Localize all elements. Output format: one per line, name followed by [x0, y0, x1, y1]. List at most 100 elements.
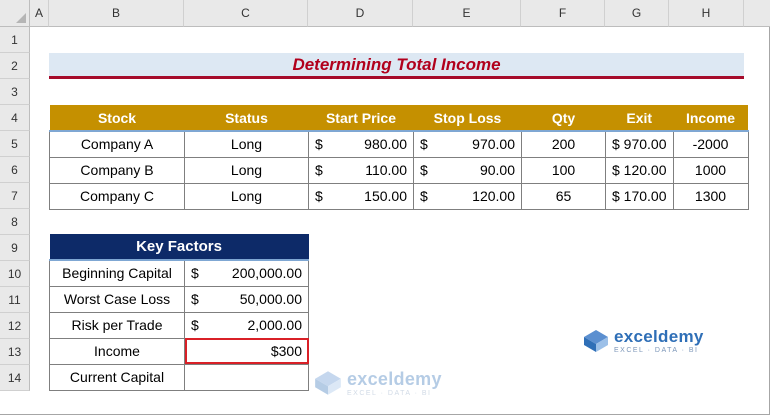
table-header-row: Stock Status Start Price Stop Loss Qty E… — [49, 105, 748, 132]
key-value: 2,000.00 — [247, 317, 303, 333]
exceldemy-logo: exceldemy EXCEL · DATA · BI — [582, 328, 704, 354]
cell-start-price[interactable]: $110.00 — [308, 156, 414, 184]
table-row: Beginning Capital $200,000.00 — [49, 259, 309, 287]
header-stock[interactable]: Stock — [49, 105, 185, 132]
cell-stock[interactable]: Company B — [49, 156, 185, 184]
start-price-value: 110.00 — [365, 162, 407, 178]
column-header-a[interactable]: A — [30, 0, 49, 27]
key-label[interactable]: Worst Case Loss — [49, 285, 185, 313]
table-row: Company C Long $150.00 $120.00 65 $ 170.… — [49, 182, 749, 210]
exceldemy-logo-icon — [584, 330, 608, 352]
row-header-6[interactable]: 6 — [0, 157, 30, 183]
row-header-13[interactable]: 13 — [0, 339, 30, 365]
header-exit[interactable]: Exit — [605, 105, 673, 132]
watermark-tagline: EXCEL · DATA · BI — [347, 389, 432, 397]
key-label[interactable]: Income — [49, 337, 185, 365]
column-header-b[interactable]: B — [49, 0, 184, 27]
table-row: Risk per Trade $2,000.00 — [49, 311, 309, 339]
cell-stop-loss[interactable]: $970.00 — [413, 130, 522, 158]
currency-symbol: $ — [420, 136, 428, 153]
row-header-5[interactable]: 5 — [0, 131, 30, 157]
cell-status[interactable]: Long — [184, 182, 309, 210]
cell-qty[interactable]: 100 — [521, 156, 606, 184]
key-value-cell[interactable]: $200,000.00 — [184, 259, 309, 287]
title-underline — [49, 76, 744, 79]
cell-qty[interactable]: 200 — [521, 130, 606, 158]
key-value-cell[interactable]: $2,000.00 — [184, 311, 309, 339]
cell-income[interactable]: 1000 — [672, 156, 749, 184]
cell-income[interactable]: -2000 — [672, 130, 749, 158]
column-header-f[interactable]: F — [521, 0, 605, 27]
row-header-1[interactable]: 1 — [0, 27, 30, 53]
exceldemy-watermark: exceldemy EXCEL · DATA · BI — [313, 369, 442, 397]
currency-symbol: $ — [315, 162, 323, 178]
cell-exit[interactable]: $ 970.00 — [605, 130, 674, 158]
cell-status[interactable]: Long — [184, 130, 309, 158]
table-row: Company A Long $980.00 $970.00 200 $ 970… — [49, 130, 749, 158]
watermark-name: exceldemy — [347, 368, 442, 389]
row-header-7[interactable]: 7 — [0, 183, 30, 209]
key-value: 50,000.00 — [239, 291, 302, 307]
currency-symbol: $ — [191, 291, 199, 307]
key-label[interactable]: Beginning Capital — [49, 259, 185, 287]
key-label[interactable]: Risk per Trade — [49, 311, 185, 339]
column-header-e[interactable]: E — [413, 0, 521, 27]
select-all-corner[interactable] — [0, 0, 30, 27]
stop-loss-value: 970.00 — [472, 136, 515, 153]
column-header-g[interactable]: G — [605, 0, 669, 27]
cell-status[interactable]: Long — [184, 156, 309, 184]
start-price-value: 150.00 — [364, 188, 407, 204]
header-income[interactable]: Income — [673, 105, 748, 132]
currency-symbol: $ — [420, 188, 428, 204]
cell-stop-loss[interactable]: $90.00 — [413, 156, 522, 184]
key-value-cell[interactable]: $50,000.00 — [184, 285, 309, 313]
header-start-price[interactable]: Start Price — [308, 105, 414, 132]
column-header-h[interactable]: H — [669, 0, 744, 27]
selected-income-cell[interactable]: $300 — [184, 337, 309, 365]
cell-start-price[interactable]: $980.00 — [308, 130, 414, 158]
header-stop-loss[interactable]: Stop Loss — [413, 105, 522, 132]
key-factors-header-row: Key Factors — [49, 234, 309, 261]
row-header-4[interactable]: 4 — [0, 105, 30, 131]
key-factors-header[interactable]: Key Factors — [49, 234, 309, 261]
stop-loss-value: 120.00 — [472, 188, 515, 204]
currency-symbol: $ — [315, 188, 323, 204]
cell-stock[interactable]: Company A — [49, 130, 185, 158]
cell-stop-loss[interactable]: $120.00 — [413, 182, 522, 210]
cell-stock[interactable]: Company C — [49, 182, 185, 210]
row-header-14[interactable]: 14 — [0, 365, 30, 391]
current-capital-cell[interactable] — [184, 363, 309, 391]
column-header-d[interactable]: D — [308, 0, 413, 27]
row-header-11[interactable]: 11 — [0, 287, 30, 313]
table-row: Worst Case Loss $50,000.00 — [49, 285, 309, 313]
logo-tagline: EXCEL · DATA · BI — [614, 347, 699, 354]
row-header-3[interactable]: 3 — [0, 79, 30, 105]
cell-exit[interactable]: $ 170.00 — [605, 182, 674, 210]
logo-name: exceldemy — [614, 327, 704, 346]
row-header-2[interactable]: 2 — [0, 53, 30, 79]
key-label[interactable]: Current Capital — [49, 363, 185, 391]
key-factors-table: Key Factors Beginning Capital $200,000.0… — [49, 234, 309, 391]
row-header-9[interactable]: 9 — [0, 235, 30, 261]
currency-symbol: $ — [191, 265, 199, 282]
cell-qty[interactable]: 65 — [521, 182, 606, 210]
table-row: Company B Long $110.00 $90.00 100 $ 120.… — [49, 156, 749, 184]
cell-start-price[interactable]: $150.00 — [308, 182, 414, 210]
currency-symbol: $ — [315, 136, 323, 153]
row-header-10[interactable]: 10 — [0, 261, 30, 287]
column-header-c[interactable]: C — [184, 0, 308, 27]
page-title: Determining Total Income — [292, 54, 501, 74]
stop-loss-value: 90.00 — [479, 162, 515, 178]
row-header-8[interactable]: 8 — [0, 209, 30, 235]
title-cell[interactable]: Determining Total Income — [49, 53, 744, 76]
key-value: 200,000.00 — [231, 265, 302, 282]
row-header-12[interactable]: 12 — [0, 313, 30, 339]
spreadsheet: A B C D E F G H 1 2 3 4 5 6 7 8 9 10 11 … — [0, 0, 770, 415]
currency-symbol: $ — [420, 162, 428, 178]
header-status[interactable]: Status — [184, 105, 309, 132]
currency-symbol: $ — [191, 317, 199, 333]
cell-exit[interactable]: $ 120.00 — [605, 156, 674, 184]
exceldemy-watermark-icon — [315, 371, 341, 395]
header-qty[interactable]: Qty — [521, 105, 606, 132]
cell-income[interactable]: 1300 — [672, 182, 749, 210]
